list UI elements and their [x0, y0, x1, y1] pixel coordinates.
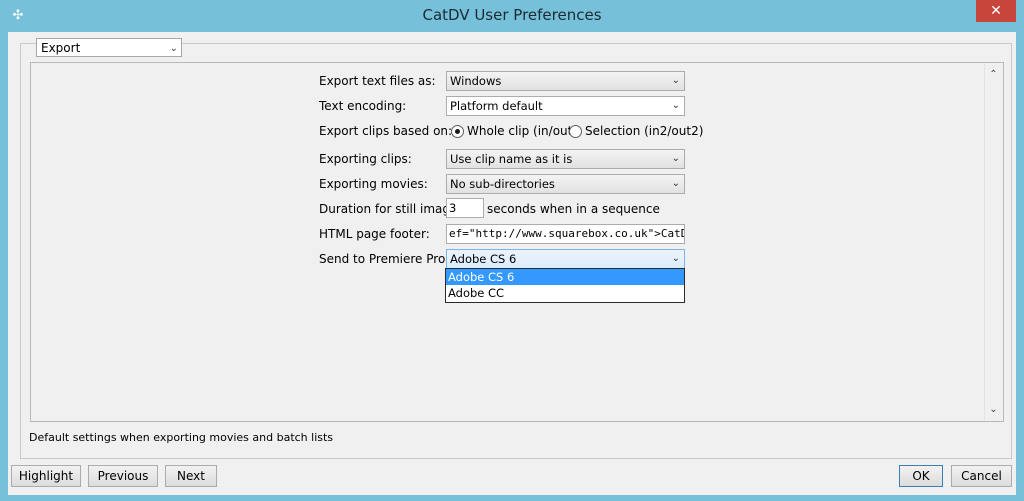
window-content: Export ⌄ ⌃ ⌄ Export text files as: Windo…	[8, 32, 1016, 495]
exporting-clips-value: Use clip name as it is	[450, 152, 573, 166]
send-to-premiere-label: Send to Premiere Pro:	[319, 252, 450, 266]
category-dropdown-value: Export	[41, 41, 81, 55]
exporting-movies-label: Exporting movies:	[319, 177, 428, 191]
premiere-option-cs6[interactable]: Adobe CS 6	[446, 269, 684, 285]
scroll-up-icon[interactable]: ⌃	[985, 66, 1002, 83]
duration-suffix: seconds when in a sequence	[487, 202, 660, 216]
export-clips-label: Export clips based on:	[319, 124, 453, 138]
highlight-button[interactable]: Highlight	[11, 465, 81, 487]
category-description: Default settings when exporting movies a…	[29, 431, 334, 444]
text-encoding-label: Text encoding:	[319, 99, 407, 113]
chevron-down-icon: ⌄	[671, 178, 680, 189]
selection-label[interactable]: Selection (in2/out2)	[585, 124, 703, 138]
exporting-movies-value: No sub-directories	[450, 177, 555, 191]
premiere-options-list: Adobe CS 6 Adobe CC	[445, 268, 685, 303]
scroll-down-icon[interactable]: ⌄	[985, 401, 1002, 418]
cancel-button[interactable]: Cancel	[951, 465, 1012, 487]
premiere-option-cc[interactable]: Adobe CC	[446, 285, 684, 301]
chevron-down-icon: ⌄	[671, 253, 680, 264]
close-button[interactable]: ✕	[976, 0, 1016, 22]
html-footer-label: HTML page footer:	[319, 227, 430, 241]
vertical-scrollbar[interactable]: ⌃ ⌄	[984, 64, 1002, 420]
chevron-down-icon: ⌄	[671, 75, 680, 86]
send-to-premiere-dropdown[interactable]: Adobe CS 6 ⌄	[446, 249, 685, 269]
export-text-files-dropdown[interactable]: Windows ⌄	[446, 71, 685, 91]
preferences-window: ✣ CatDV User Preferences ✕ Export ⌄ ⌃ ⌄ …	[0, 0, 1024, 501]
exporting-movies-dropdown[interactable]: No sub-directories ⌄	[446, 174, 685, 194]
chevron-down-icon: ⌄	[671, 100, 680, 111]
export-text-files-value: Windows	[450, 74, 502, 88]
title-bar[interactable]: ✣ CatDV User Preferences ✕	[0, 0, 1024, 32]
settings-area: ⌃ ⌄ Export text files as: Windows ⌄ Text…	[30, 62, 1004, 422]
exporting-clips-dropdown[interactable]: Use clip name as it is ⌄	[446, 149, 685, 169]
exporting-clips-label: Exporting clips:	[319, 152, 412, 166]
send-to-premiere-value: Adobe CS 6	[450, 252, 517, 266]
window-title: CatDV User Preferences	[422, 6, 602, 24]
chevron-down-icon: ⌄	[671, 153, 680, 164]
html-footer-input[interactable]: ef="http://www.squarebox.co.uk">CatDV</a…	[446, 224, 685, 244]
selection-radio[interactable]	[569, 125, 582, 138]
previous-button[interactable]: Previous	[88, 465, 158, 487]
export-text-files-label: Export text files as:	[319, 74, 436, 88]
whole-clip-label[interactable]: Whole clip (in/out)	[467, 124, 577, 138]
text-encoding-dropdown[interactable]: Platform default ⌄	[446, 96, 685, 116]
duration-input[interactable]: 3	[446, 198, 484, 218]
chevron-down-icon: ⌄	[169, 43, 178, 54]
text-encoding-value: Platform default	[450, 99, 543, 113]
whole-clip-radio[interactable]	[451, 125, 464, 138]
ok-button[interactable]: OK	[899, 465, 943, 487]
category-dropdown[interactable]: Export ⌄	[36, 38, 182, 57]
next-button[interactable]: Next	[165, 465, 217, 487]
